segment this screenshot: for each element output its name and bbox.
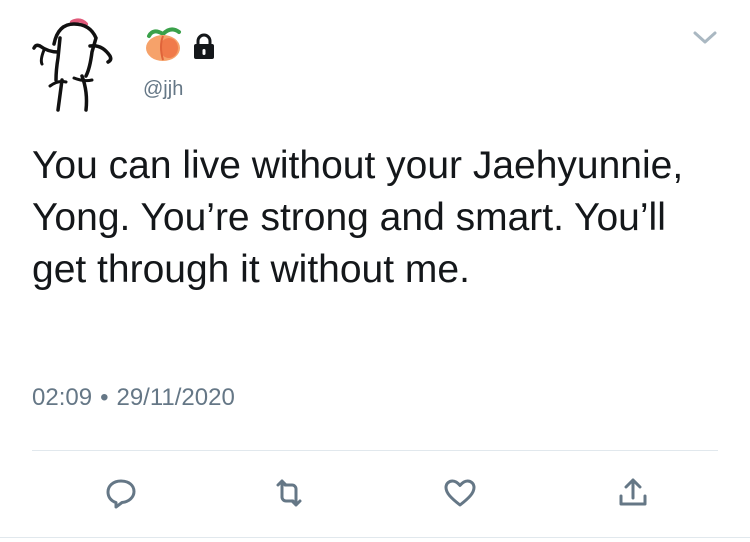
retweet-button[interactable] [266,470,312,516]
lock-icon [194,33,214,59]
action-bar [0,470,750,520]
tweet-timestamp[interactable]: 02:09 • 29/11/2020 [32,384,235,412]
display-name[interactable] [143,24,219,64]
divider [32,450,718,451]
tweet-text: You can live without your Jaehyunnie, Yo… [32,144,684,291]
bottom-border [0,537,750,538]
heart-icon [444,479,476,507]
chevron-down-icon[interactable] [692,28,718,48]
retweet-icon [276,479,302,507]
user-handle[interactable]: @jjh [143,78,183,101]
reply-button[interactable] [98,470,144,516]
tweet-date: 29/11/2020 [116,384,235,411]
meta-separator: • [100,384,109,411]
like-button[interactable] [437,470,483,516]
share-icon [619,478,647,506]
tweet-time: 02:09 [32,384,93,411]
peach-emoji-icon [146,27,181,61]
share-button[interactable] [610,470,656,516]
stick-figure-avatar-icon [32,16,114,112]
avatar[interactable] [30,16,118,120]
tweet-card: @jjh You can live without your Jaehyunni… [0,0,750,542]
reply-icon [106,479,136,509]
